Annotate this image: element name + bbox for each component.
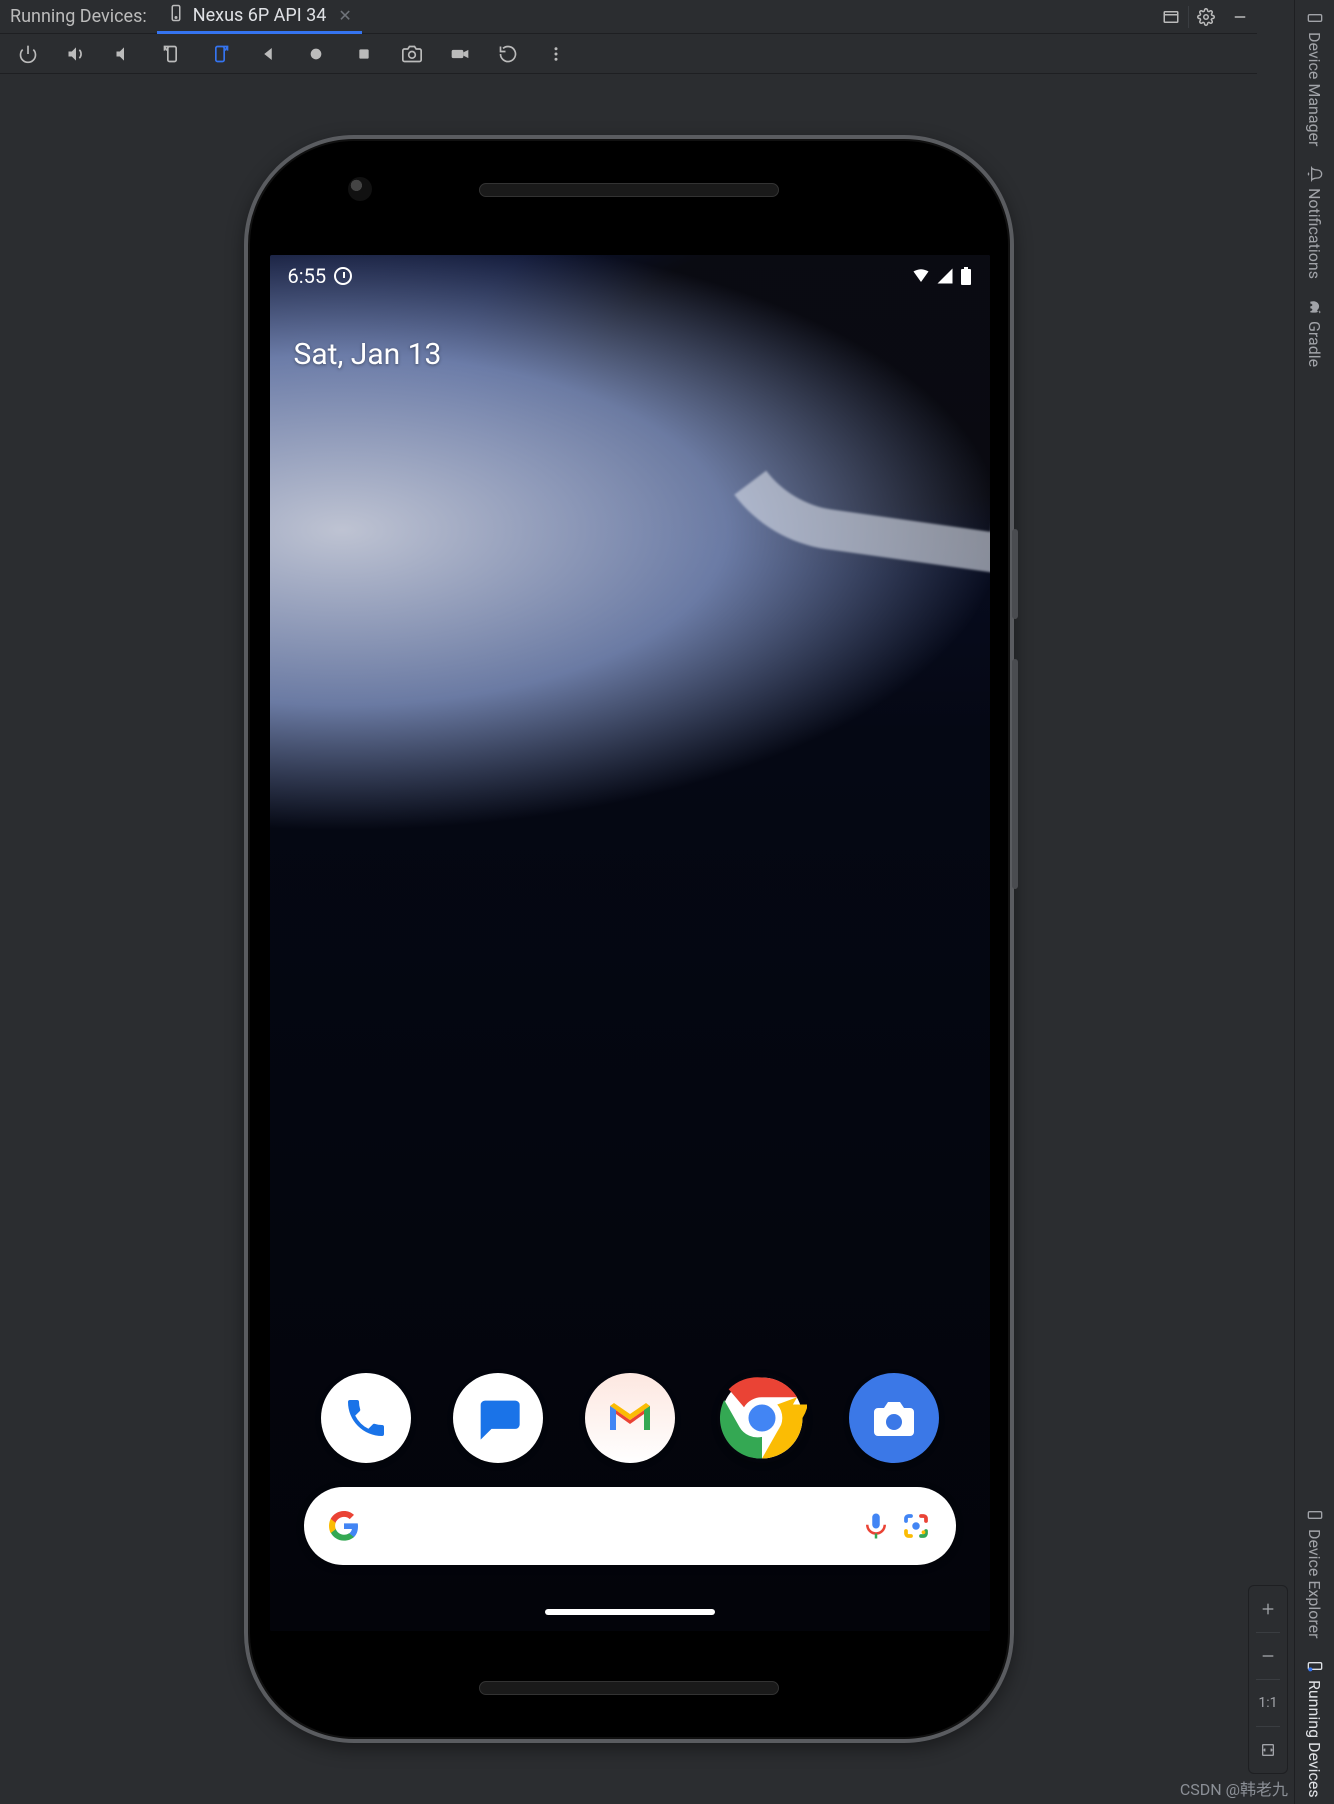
panel-title: Running Devices: — [8, 6, 157, 27]
screenshot-icon[interactable] — [388, 34, 436, 74]
back-icon[interactable] — [244, 34, 292, 74]
minimize-icon[interactable] — [1223, 0, 1257, 34]
messages-app-icon[interactable] — [453, 1373, 543, 1463]
zoom-out-icon[interactable] — [1248, 1633, 1288, 1679]
more-vertical-icon[interactable] — [532, 34, 580, 74]
rotate-left-icon[interactable] — [148, 34, 196, 74]
phone-app-icon[interactable] — [321, 1373, 411, 1463]
mic-icon[interactable] — [856, 1511, 896, 1541]
power-icon[interactable] — [4, 34, 52, 74]
tab-device-explorer[interactable]: Device Explorer — [1305, 1501, 1324, 1645]
phone-icon — [167, 4, 185, 27]
emulator-viewport: 6:55 Sat, Jan 13 — [0, 74, 1257, 1804]
device-screen[interactable]: 6:55 Sat, Jan 13 — [270, 255, 990, 1631]
earpiece — [479, 183, 779, 197]
screen-record-icon[interactable] — [436, 34, 484, 74]
clock-icon — [334, 267, 352, 285]
google-g-icon — [324, 1510, 364, 1542]
zoom-one-to-one[interactable]: 1:1 — [1248, 1680, 1288, 1726]
tab-gradle[interactable]: Gradle — [1305, 293, 1324, 373]
front-camera — [348, 177, 372, 201]
speaker — [479, 1681, 779, 1695]
phone-play-icon — [1307, 1658, 1323, 1674]
close-icon[interactable]: ✕ — [338, 6, 351, 25]
wifi-icon — [912, 267, 930, 285]
emulator-toolbar — [0, 34, 1257, 74]
tab-running-devices[interactable]: Running Devices — [1305, 1652, 1324, 1804]
bell-icon — [1307, 166, 1323, 182]
watermark: CSDN @韩老九 — [1180, 1776, 1288, 1800]
battery-icon — [960, 267, 972, 285]
volume-down-icon[interactable] — [100, 34, 148, 74]
home-date: Sat, Jan 13 — [294, 337, 442, 372]
zoom-in-icon[interactable] — [1248, 1586, 1288, 1632]
tab-notifications[interactable]: Notifications — [1305, 160, 1324, 285]
google-search-bar[interactable] — [304, 1487, 956, 1565]
home-icon[interactable] — [292, 34, 340, 74]
tab-device-manager[interactable]: Device Manager — [1305, 4, 1324, 152]
status-time: 6:55 — [288, 264, 327, 288]
panel-header: Running Devices: Nexus 6P API 34 ✕ — [0, 0, 1257, 34]
device-tab[interactable]: Nexus 6P API 34 ✕ — [157, 0, 362, 34]
signal-icon — [936, 267, 954, 285]
chrome-app-icon[interactable] — [717, 1373, 807, 1463]
overview-icon[interactable] — [340, 34, 388, 74]
side-button — [1012, 529, 1018, 619]
android-status-bar[interactable]: 6:55 — [270, 255, 990, 297]
phone-icon — [1307, 1507, 1323, 1523]
device-frame: 6:55 Sat, Jan 13 — [244, 135, 1014, 1743]
device-tab-label: Nexus 6P API 34 — [193, 5, 327, 26]
volume-rocker — [1012, 659, 1018, 889]
gesture-nav-bar[interactable] — [545, 1609, 715, 1615]
phone-icon — [1307, 10, 1323, 26]
zoom-controls: 1:1 — [1248, 1585, 1288, 1774]
right-tool-strip: Device Manager Notifications Gradle Devi… — [1294, 0, 1334, 1804]
window-icon[interactable] — [1154, 0, 1188, 34]
snapshot-icon[interactable] — [484, 34, 532, 74]
camera-app-icon[interactable] — [849, 1373, 939, 1463]
gmail-app-icon[interactable] — [585, 1373, 675, 1463]
rotate-right-icon[interactable] — [196, 34, 244, 74]
zoom-fit-icon[interactable] — [1248, 1727, 1288, 1773]
volume-up-icon[interactable] — [52, 34, 100, 74]
gear-icon[interactable] — [1189, 0, 1223, 34]
gradle-icon — [1307, 299, 1323, 315]
lens-icon[interactable] — [896, 1511, 936, 1541]
home-dock — [270, 1373, 990, 1463]
